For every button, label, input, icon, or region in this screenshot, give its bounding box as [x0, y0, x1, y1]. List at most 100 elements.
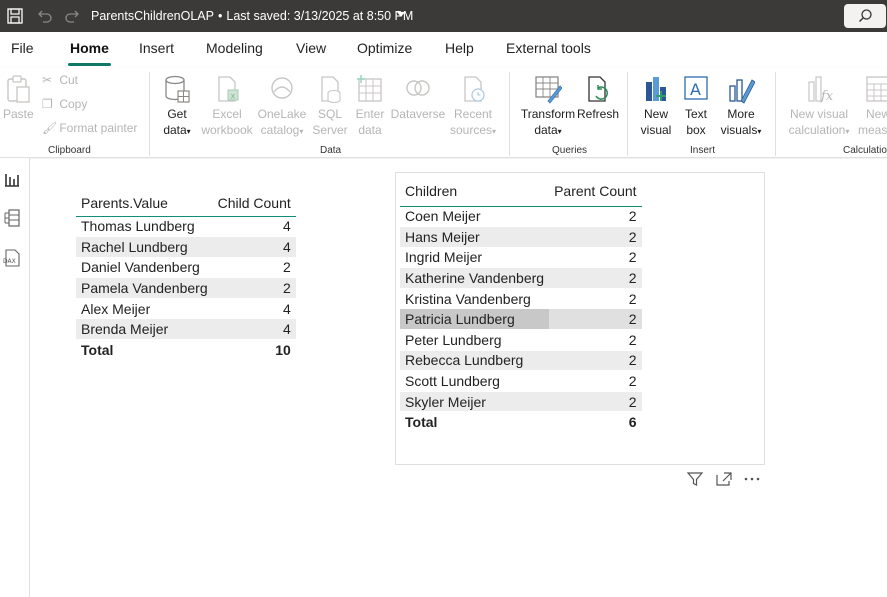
- redo-icon[interactable]: [64, 7, 82, 25]
- undo-icon[interactable]: [35, 7, 53, 25]
- get-data-button[interactable]: Get data▾: [158, 74, 196, 140]
- row-label[interactable]: Skyler Meijer: [400, 391, 550, 413]
- table-row[interactable]: Kristina Vandenberg 2: [400, 288, 642, 310]
- new-visual-calculation-button[interactable]: fx New visual calculation▾: [786, 74, 852, 140]
- tab-file[interactable]: File: [11, 40, 34, 56]
- table-row[interactable]: Daniel Vandenberg 2: [76, 257, 296, 279]
- report-view-icon[interactable]: [3, 170, 21, 188]
- row-value[interactable]: 2: [549, 226, 642, 248]
- tab-external-tools[interactable]: External tools: [506, 40, 591, 56]
- tab-home[interactable]: Home: [68, 40, 111, 66]
- new-visual-button[interactable]: New visual: [638, 74, 674, 138]
- text-box-button[interactable]: A Text box: [678, 74, 714, 138]
- copy-button[interactable]: ❐ Copy: [42, 97, 87, 111]
- more-visuals-button[interactable]: More visuals▾: [716, 74, 766, 140]
- group-label-clipboard: Clipboard: [48, 145, 91, 156]
- new-measure-button[interactable]: New meas: [856, 74, 887, 138]
- row-value[interactable]: 4: [212, 318, 296, 341]
- tab-help[interactable]: Help: [445, 40, 474, 56]
- table-row[interactable]: Skyler Meijer 2: [400, 391, 642, 413]
- row-value[interactable]: 2: [549, 247, 642, 269]
- transform-data-button[interactable]: Transform data▾: [519, 74, 577, 140]
- row-value[interactable]: 4: [212, 236, 296, 258]
- row-label[interactable]: Patricia Lundberg: [400, 308, 550, 331]
- paste-button[interactable]: Paste: [3, 74, 34, 122]
- row-label[interactable]: Peter Lundberg: [400, 329, 550, 351]
- svg-text:DAX: DAX: [3, 258, 16, 265]
- row-value[interactable]: 2: [549, 370, 642, 392]
- table-row[interactable]: Patricia Lundberg 2: [400, 308, 642, 331]
- row-label[interactable]: Rachel Lundberg: [76, 236, 213, 258]
- tab-optimize[interactable]: Optimize: [357, 40, 412, 56]
- table-row[interactable]: Peter Lundberg 2: [400, 329, 642, 351]
- row-label[interactable]: Scott Lundberg: [400, 370, 550, 392]
- row-value[interactable]: 2: [549, 288, 642, 310]
- get-data-label-2: data: [163, 123, 187, 137]
- ribbon-divider: [149, 72, 150, 156]
- save-icon[interactable]: [6, 7, 24, 25]
- excel-workbook-button[interactable]: x Excel workbook: [200, 74, 254, 138]
- column-header-children[interactable]: Children: [400, 177, 549, 206]
- row-label[interactable]: Daniel Vandenberg: [76, 257, 213, 279]
- table-row[interactable]: Katherine Vandenberg 2: [400, 267, 642, 289]
- column-header-parent-count[interactable]: Parent Count: [549, 177, 642, 206]
- row-value[interactable]: 2: [549, 308, 642, 331]
- column-header-child-count[interactable]: Child Count: [213, 190, 296, 216]
- row-label[interactable]: Kristina Vandenberg: [400, 288, 550, 310]
- row-label[interactable]: Alex Meijer: [76, 298, 213, 320]
- row-value[interactable]: 2: [212, 257, 296, 279]
- tab-modeling[interactable]: Modeling: [206, 40, 263, 56]
- children-table-visual[interactable]: Children Parent Count Coen Meijer 2 Hans M…: [400, 177, 642, 433]
- row-label[interactable]: Hans Meijer: [400, 226, 550, 248]
- dax-query-view-icon[interactable]: DAX: [3, 249, 21, 267]
- tab-insert[interactable]: Insert: [139, 40, 174, 56]
- refresh-button[interactable]: Refresh: [577, 74, 619, 122]
- row-value[interactable]: 2: [549, 267, 642, 289]
- table-row[interactable]: Pamela Vandenberg 2: [76, 277, 296, 299]
- row-label[interactable]: Thomas Lundberg: [76, 216, 213, 238]
- table-row[interactable]: Ingrid Meijer 2: [400, 247, 642, 269]
- row-label[interactable]: Ingrid Meijer: [400, 247, 550, 269]
- row-label[interactable]: Pamela Vandenberg: [76, 277, 213, 299]
- table-row[interactable]: Thomas Lundberg 4: [76, 216, 296, 238]
- table-row[interactable]: Scott Lundberg 2: [400, 370, 642, 392]
- focus-mode-icon[interactable]: [715, 471, 733, 487]
- format-painter-button[interactable]: 🖌 Format painter: [42, 121, 137, 135]
- enter-data-button[interactable]: Enter data: [353, 74, 387, 138]
- row-value[interactable]: 2: [212, 277, 296, 299]
- cut-button[interactable]: ✂ Cut: [42, 73, 78, 87]
- table-view-icon[interactable]: [3, 209, 21, 227]
- onelake-catalog-button[interactable]: OneLake catalog▾: [257, 74, 307, 140]
- filter-icon[interactable]: [686, 471, 704, 487]
- recent-sources-button[interactable]: Recent sources▾: [448, 74, 498, 140]
- format-painter-label: Format painter: [59, 121, 138, 135]
- row-value[interactable]: 2: [549, 350, 642, 372]
- table-row[interactable]: Rachel Lundberg 4: [76, 236, 296, 258]
- table-row[interactable]: Hans Meijer 2: [400, 226, 642, 248]
- table-row[interactable]: Coen Meijer 2: [400, 206, 642, 228]
- table-row[interactable]: Alex Meijer 4: [76, 298, 296, 320]
- row-value[interactable]: 4: [212, 216, 296, 238]
- row-value[interactable]: 2: [549, 391, 642, 413]
- row-label[interactable]: Katherine Vandenberg: [400, 267, 550, 289]
- report-canvas[interactable]: Parents.Value Child Count Thomas Lundber…: [31, 159, 887, 597]
- column-header-parents-value[interactable]: Parents.Value: [76, 190, 213, 216]
- dataverse-button[interactable]: Dataverse: [390, 74, 446, 122]
- sql-server-button[interactable]: SQL Server: [312, 74, 348, 138]
- more-options-icon[interactable]: [743, 471, 761, 487]
- table-row[interactable]: Rebecca Lundberg 2: [400, 350, 642, 372]
- excel-icon: x: [218, 76, 239, 102]
- chevron-down-icon[interactable]: [397, 12, 405, 17]
- paste-label: Paste: [3, 107, 34, 121]
- tab-view[interactable]: View: [296, 40, 326, 56]
- row-label[interactable]: Brenda Meijer: [76, 318, 213, 341]
- row-value[interactable]: 2: [549, 206, 642, 228]
- row-label[interactable]: Coen Meijer: [400, 206, 550, 228]
- table-row[interactable]: Brenda Meijer 4: [76, 318, 296, 341]
- row-label[interactable]: Rebecca Lundberg: [400, 350, 550, 372]
- document-title[interactable]: ParentsChildrenOLAP • Last saved: 3/13/202…: [91, 9, 413, 23]
- search-button[interactable]: [844, 4, 886, 28]
- row-value[interactable]: 4: [212, 298, 296, 320]
- row-value[interactable]: 2: [549, 329, 642, 351]
- parents-table-visual[interactable]: Parents.Value Child Count Thomas Lundber…: [76, 190, 296, 361]
